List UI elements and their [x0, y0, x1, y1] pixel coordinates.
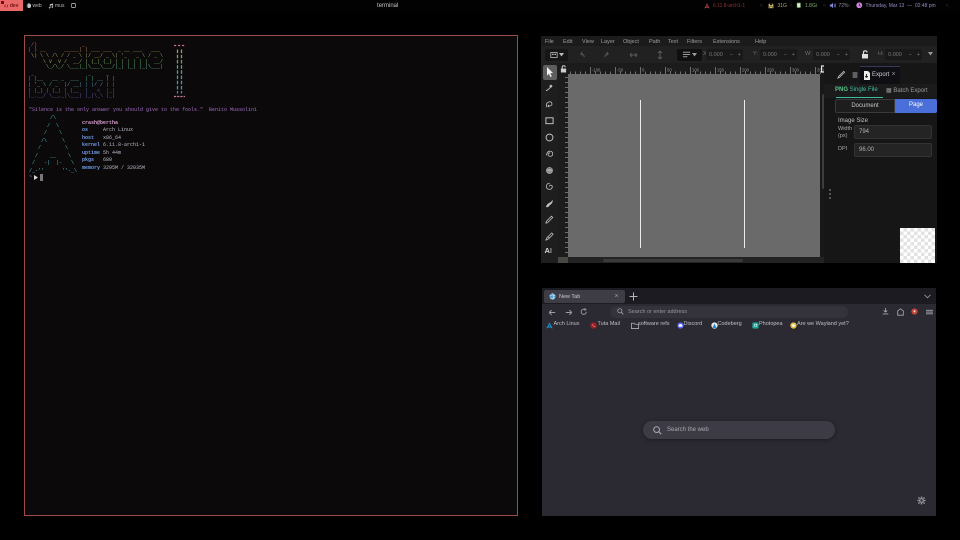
svg-text:50: 50 [667, 68, 672, 73]
svg-text:150: 150 [717, 68, 725, 73]
svg-text:-100: -100 [592, 68, 601, 73]
svg-text:100: 100 [692, 68, 700, 73]
svg-text:250: 250 [767, 68, 775, 73]
svg-text:300: 300 [792, 68, 800, 73]
svg-text:200: 200 [742, 68, 750, 73]
svg-text:-50: -50 [617, 68, 624, 73]
